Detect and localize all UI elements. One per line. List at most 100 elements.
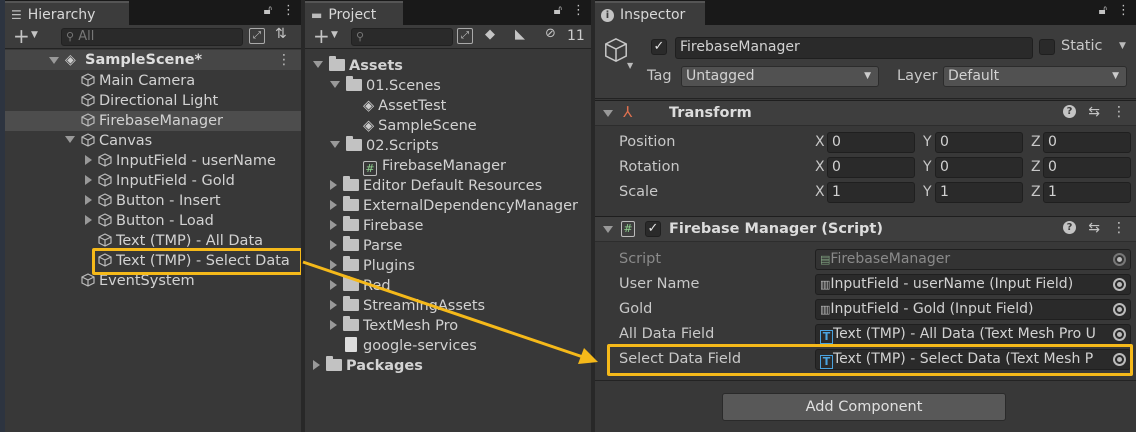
expand-arrow[interactable] xyxy=(313,360,320,370)
lock-icon[interactable]: 🔓︎ xyxy=(1099,3,1107,18)
create-plus-icon[interactable]: + xyxy=(313,25,330,47)
scale-x-field[interactable]: 1 xyxy=(827,182,915,203)
collapse-arrow[interactable] xyxy=(603,110,613,117)
more-options-icon[interactable]: ⋮ xyxy=(1117,3,1130,18)
scale-z-field[interactable]: 1 xyxy=(1043,182,1131,203)
hierarchy-search-input[interactable]: ⚲ All xyxy=(61,28,243,46)
position-z-field[interactable]: 0 xyxy=(1043,132,1131,153)
tag-dropdown[interactable]: Untagged ▼ xyxy=(681,66,879,87)
rotation-z-field[interactable]: 0 xyxy=(1043,157,1131,178)
lock-icon[interactable]: 🔓︎ xyxy=(264,3,272,18)
icon-dropdown-icon[interactable]: ▼ xyxy=(627,61,633,70)
add-component-button[interactable]: Add Component xyxy=(722,393,1006,421)
expand-arrow[interactable] xyxy=(330,141,340,148)
tab-project[interactable]: ▬ Project xyxy=(305,1,403,25)
create-dropdown-icon[interactable]: ▼ xyxy=(331,30,338,40)
presets-icon[interactable]: ⇆ xyxy=(1088,104,1100,120)
expand-arrow[interactable] xyxy=(330,280,337,290)
collapse-arrow[interactable] xyxy=(603,226,613,233)
project-item[interactable]: google-services xyxy=(345,336,477,356)
transform-header[interactable]: ⅄ Transform ? ⇆ ⋮ xyxy=(595,100,1136,126)
expand-arrow[interactable] xyxy=(85,215,92,225)
hierarchy-item[interactable]: FirebaseManager xyxy=(81,111,223,131)
rotation-y-field[interactable]: 0 xyxy=(935,157,1023,178)
hierarchy-item[interactable]: Button - Load xyxy=(85,211,214,231)
expand-arrow[interactable] xyxy=(330,240,337,250)
project-item[interactable]: Editor Default Resources xyxy=(330,176,542,196)
project-item[interactable]: 02.Scripts xyxy=(330,136,439,156)
sort-icon[interactable]: ⇅ xyxy=(275,26,287,42)
tab-inspector[interactable]: i Inspector xyxy=(595,1,705,25)
active-checkbox[interactable]: ✓ xyxy=(651,39,667,55)
project-item[interactable]: ◈ SampleScene xyxy=(363,116,477,136)
scale-y-field[interactable]: 1 xyxy=(935,182,1023,203)
hierarchy-item[interactable]: InputField - userName xyxy=(85,151,276,171)
filter-label-icon[interactable]: ◣ xyxy=(515,27,525,42)
lock-icon[interactable]: 🔓︎ xyxy=(554,3,562,18)
object-picker-icon[interactable] xyxy=(1113,303,1126,316)
rotation-x-field[interactable]: 0 xyxy=(827,157,915,178)
component-menu-icon[interactable]: ⋮ xyxy=(1112,104,1126,120)
more-options-icon[interactable]: ⋮ xyxy=(282,3,295,18)
static-dropdown-icon[interactable]: ▼ xyxy=(1119,41,1126,51)
object-picker-icon[interactable] xyxy=(1113,328,1126,341)
project-item[interactable]: StreamingAssets xyxy=(330,296,485,316)
static-checkbox[interactable] xyxy=(1039,39,1055,55)
create-dropdown-icon[interactable]: ▼ xyxy=(31,30,38,40)
hidden-packages-icon[interactable]: ⊘ xyxy=(545,26,556,41)
expand-arrow[interactable] xyxy=(313,61,323,68)
project-item[interactable]: ExternalDependencyManager xyxy=(330,196,578,216)
hierarchy-item[interactable]: Directional Light xyxy=(81,91,218,111)
create-plus-icon[interactable]: + xyxy=(13,25,30,47)
scene-expand-arrow[interactable] xyxy=(49,57,59,64)
project-item[interactable]: Packages xyxy=(313,356,423,376)
expand-arrow[interactable] xyxy=(330,81,340,88)
project-item[interactable]: Parse xyxy=(330,236,402,256)
project-search-input[interactable]: ⚲ xyxy=(351,28,453,46)
object-picker-icon[interactable] xyxy=(1113,278,1126,291)
expand-arrow[interactable] xyxy=(330,220,337,230)
project-item[interactable]: # FirebaseManager xyxy=(363,156,506,176)
project-item[interactable]: ◈ AssetTest xyxy=(363,96,446,116)
project-item[interactable]: Firebase xyxy=(330,216,423,236)
layer-dropdown[interactable]: Default ▼ xyxy=(943,66,1127,87)
search-scope-icon[interactable]: ⤢ xyxy=(457,28,473,44)
script-component-header[interactable]: # ✓ Firebase Manager (Script) ? ⇆ ⋮ xyxy=(595,216,1136,242)
expand-arrow[interactable] xyxy=(85,155,92,165)
hierarchy-item[interactable]: Button - Insert xyxy=(85,191,221,211)
presets-icon[interactable]: ⇆ xyxy=(1088,220,1100,236)
all-data-field[interactable]: T Text (TMP) - All Data (Text Mesh Pro U xyxy=(815,324,1131,345)
project-item[interactable]: Plugins xyxy=(330,256,415,276)
project-item[interactable]: Red xyxy=(330,276,391,296)
expand-arrow[interactable] xyxy=(85,195,92,205)
project-item[interactable]: TextMesh Pro xyxy=(330,316,458,336)
scene-menu-icon[interactable]: ⋮ xyxy=(277,50,291,70)
gold-field[interactable]: ▥InputField - Gold (Input Field) xyxy=(815,299,1131,320)
more-options-icon[interactable]: ⋮ xyxy=(572,3,585,18)
position-y-field[interactable]: 0 xyxy=(935,132,1023,153)
gameobject-large-icon[interactable] xyxy=(603,37,629,63)
expand-arrow[interactable] xyxy=(330,200,337,210)
expand-arrow[interactable] xyxy=(330,320,337,330)
object-name-field[interactable]: FirebaseManager xyxy=(675,37,1033,59)
hierarchy-item[interactable]: InputField - Gold xyxy=(85,171,235,191)
help-icon[interactable]: ? xyxy=(1063,105,1076,118)
tab-hierarchy[interactable]: ☰ Hierarchy xyxy=(5,1,129,25)
user-name-field[interactable]: ▥InputField - userName (Input Field) xyxy=(815,274,1131,295)
scene-header-row[interactable]: ◈ SampleScene* ⋮ xyxy=(5,50,301,70)
expand-arrow[interactable] xyxy=(330,180,337,190)
scene-visibility-icon[interactable]: ⤢ xyxy=(249,28,265,44)
hierarchy-item[interactable]: Main Camera xyxy=(81,71,195,91)
project-item[interactable]: Assets xyxy=(313,56,403,76)
component-enabled-checkbox[interactable]: ✓ xyxy=(645,221,661,237)
position-x-field[interactable]: 0 xyxy=(827,132,915,153)
expand-arrow[interactable] xyxy=(65,136,75,143)
component-menu-icon[interactable]: ⋮ xyxy=(1112,220,1126,236)
filter-type-icon[interactable]: ◆ xyxy=(485,27,495,42)
hierarchy-item[interactable]: Canvas xyxy=(65,131,152,151)
expand-arrow[interactable] xyxy=(85,175,92,185)
project-item[interactable]: 01.Scenes xyxy=(330,76,441,96)
help-icon[interactable]: ? xyxy=(1063,221,1076,234)
expand-arrow[interactable] xyxy=(330,260,337,270)
expand-arrow[interactable] xyxy=(330,300,337,310)
